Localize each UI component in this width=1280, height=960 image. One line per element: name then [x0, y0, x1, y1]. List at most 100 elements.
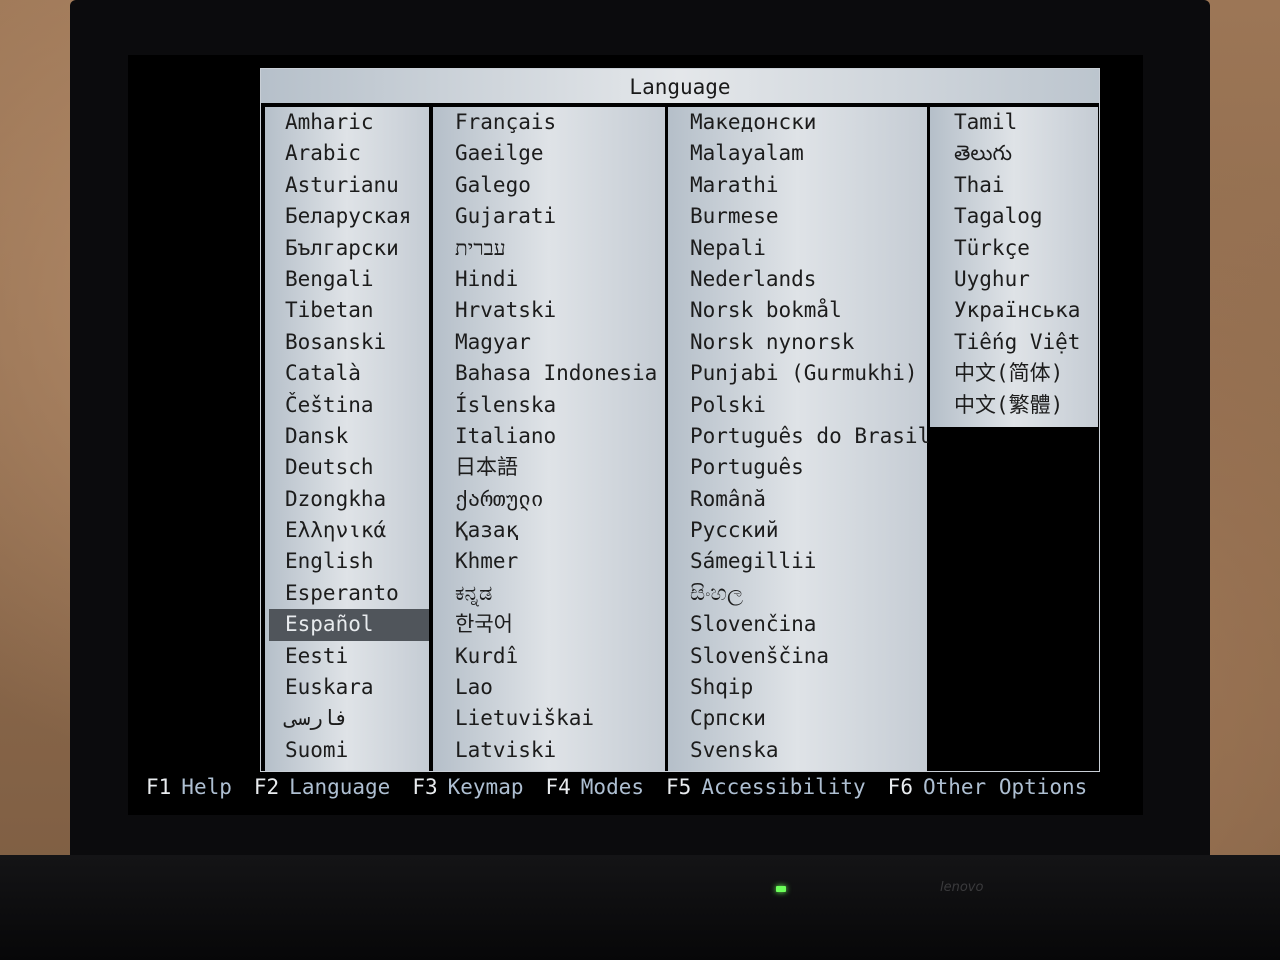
language-item[interactable]: Nederlands	[668, 264, 927, 295]
language-item[interactable]: Norsk bokmål	[668, 295, 927, 326]
language-item[interactable]: Dzongkha	[265, 484, 429, 515]
language-item[interactable]: ქართული	[433, 484, 665, 515]
language-item[interactable]: Esperanto	[265, 578, 429, 609]
language-item[interactable]: Tibetan	[265, 295, 429, 326]
language-item[interactable]: Čeština	[265, 390, 429, 421]
language-item[interactable]: Беларуская	[265, 201, 429, 232]
function-key-label: Other Options	[922, 775, 1088, 799]
language-item[interactable]: Burmese	[668, 201, 927, 232]
boot-screen: Language Amharic Arabic Asturianu Беларуска…	[128, 55, 1143, 815]
language-item[interactable]: Español	[269, 609, 429, 641]
language-item[interactable]: فارسی	[265, 703, 429, 734]
function-key-label: Keymap	[447, 775, 524, 799]
language-item[interactable]: 中文(简体)	[930, 358, 1098, 389]
language-item[interactable]: Suomi	[265, 735, 429, 766]
language-item[interactable]: Türkçe	[930, 233, 1098, 264]
language-item[interactable]: Slovenščina	[668, 641, 927, 672]
function-key-f5[interactable]: F5 Accessibility	[666, 771, 866, 803]
language-item[interactable]: Русский	[668, 515, 927, 546]
language-item[interactable]: Lietuviškai	[433, 703, 665, 734]
language-item[interactable]: Malayalam	[668, 138, 927, 169]
language-column-1: Amharic Arabic Asturianu Беларуская Българск…	[263, 107, 429, 771]
language-item[interactable]: Nepali	[668, 233, 927, 264]
language-item[interactable]: 한국어	[433, 609, 665, 640]
language-item[interactable]: Asturianu	[265, 170, 429, 201]
function-key-f3[interactable]: F3 Keymap	[412, 771, 523, 803]
language-item[interactable]: Català	[265, 358, 429, 389]
language-item[interactable]: Amharic	[265, 107, 429, 138]
brand-logo: lenovo	[940, 880, 984, 895]
language-item[interactable]: Slovenčina	[668, 609, 927, 640]
function-key-label: Modes	[580, 775, 644, 799]
language-item[interactable]: Shqip	[668, 672, 927, 703]
function-key-f1[interactable]: F1 Help	[146, 771, 232, 803]
function-key-code: F6	[887, 775, 913, 799]
language-item[interactable]: עברית	[433, 233, 665, 264]
language-item[interactable]: Bahasa Indonesia	[433, 358, 665, 389]
language-item[interactable]: Uyghur	[930, 264, 1098, 295]
language-item[interactable]: Deutsch	[265, 452, 429, 483]
language-item[interactable]: Euskara	[265, 672, 429, 703]
function-key-label: Language	[289, 775, 391, 799]
language-item[interactable]: Українська	[930, 295, 1098, 326]
function-key-code: F4	[545, 775, 571, 799]
language-item[interactable]: ಕನ್ನಡ	[433, 578, 665, 609]
language-item[interactable]: Български	[265, 233, 429, 264]
language-item[interactable]: Hindi	[433, 264, 665, 295]
language-item[interactable]: Arabic	[265, 138, 429, 169]
language-column-2: Français Gaeilge Galego Gujarati עברית Hindi H…	[431, 107, 665, 771]
language-item[interactable]: Galego	[433, 170, 665, 201]
language-item[interactable]: Français	[433, 107, 665, 138]
language-item[interactable]: Tamil	[930, 107, 1098, 138]
language-item[interactable]: Thai	[930, 170, 1098, 201]
dialog-title: Language	[261, 69, 1099, 105]
language-item[interactable]: Tiếng Việt	[930, 327, 1098, 358]
language-item[interactable]: Македонски	[668, 107, 927, 138]
function-key-f6[interactable]: F6 Other Options	[888, 771, 1088, 803]
language-item[interactable]: Italiano	[433, 421, 665, 452]
language-item[interactable]: Gaeilge	[433, 138, 665, 169]
language-item[interactable]: Português	[668, 452, 927, 483]
language-item[interactable]: Íslenska	[433, 390, 665, 421]
language-column-4: Tamil తెలుగు Thai Tagalog Türkçe Uyghur Україн…	[928, 107, 1098, 427]
language-item[interactable]: Lao	[433, 672, 665, 703]
language-item[interactable]: Қазақ	[433, 515, 665, 546]
function-key-code: F5	[666, 775, 692, 799]
language-item[interactable]: Punjabi (Gurmukhi)	[668, 358, 927, 389]
language-item[interactable]: Gujarati	[433, 201, 665, 232]
language-item[interactable]: Bengali	[265, 264, 429, 295]
language-item[interactable]: Polski	[668, 390, 927, 421]
language-item[interactable]: Српски	[668, 703, 927, 734]
language-item[interactable]: Ελληνικά	[265, 515, 429, 546]
language-item[interactable]: Tagalog	[930, 201, 1098, 232]
power-led-icon	[776, 886, 786, 892]
function-key-f2[interactable]: F2 Language	[254, 771, 390, 803]
language-item[interactable]: 日本語	[433, 452, 665, 483]
function-key-label: Help	[181, 775, 232, 799]
language-item[interactable]: Português do Brasil	[668, 421, 930, 452]
language-item[interactable]: English	[265, 546, 429, 577]
language-item[interactable]: Latviski	[433, 735, 665, 766]
language-item[interactable]: Bosanski	[265, 327, 429, 358]
language-item[interactable]: Eesti	[265, 641, 429, 672]
function-key-label: Accessibility	[701, 775, 866, 799]
language-item[interactable]: Magyar	[433, 327, 665, 358]
language-item[interactable]: Dansk	[265, 421, 429, 452]
language-item[interactable]: සිංහල	[668, 578, 927, 609]
language-item[interactable]: Svenska	[668, 735, 927, 766]
language-item[interactable]: Khmer	[433, 546, 665, 577]
function-key-bar: F1 Help F2 Language F3 Keymap F4 Modes F5 Accessi…	[146, 771, 1136, 803]
language-item[interactable]: Norsk nynorsk	[668, 327, 927, 358]
language-item[interactable]: తెలుగు	[930, 138, 1098, 169]
language-item[interactable]: 中文(繁體)	[930, 390, 1098, 421]
language-item[interactable]: Kurdî	[433, 641, 665, 672]
function-key-code: F1	[146, 775, 172, 799]
language-item[interactable]: Marathi	[668, 170, 927, 201]
language-item[interactable]: Hrvatski	[433, 295, 665, 326]
language-item[interactable]: Sámegillii	[668, 546, 927, 577]
function-key-f4[interactable]: F4 Modes	[545, 771, 644, 803]
language-column-3: Македонски Malayalam Marathi Burmese Nepali N…	[666, 107, 930, 771]
language-item[interactable]: Română	[668, 484, 927, 515]
laptop-base	[0, 855, 1280, 960]
function-key-code: F3	[412, 775, 438, 799]
